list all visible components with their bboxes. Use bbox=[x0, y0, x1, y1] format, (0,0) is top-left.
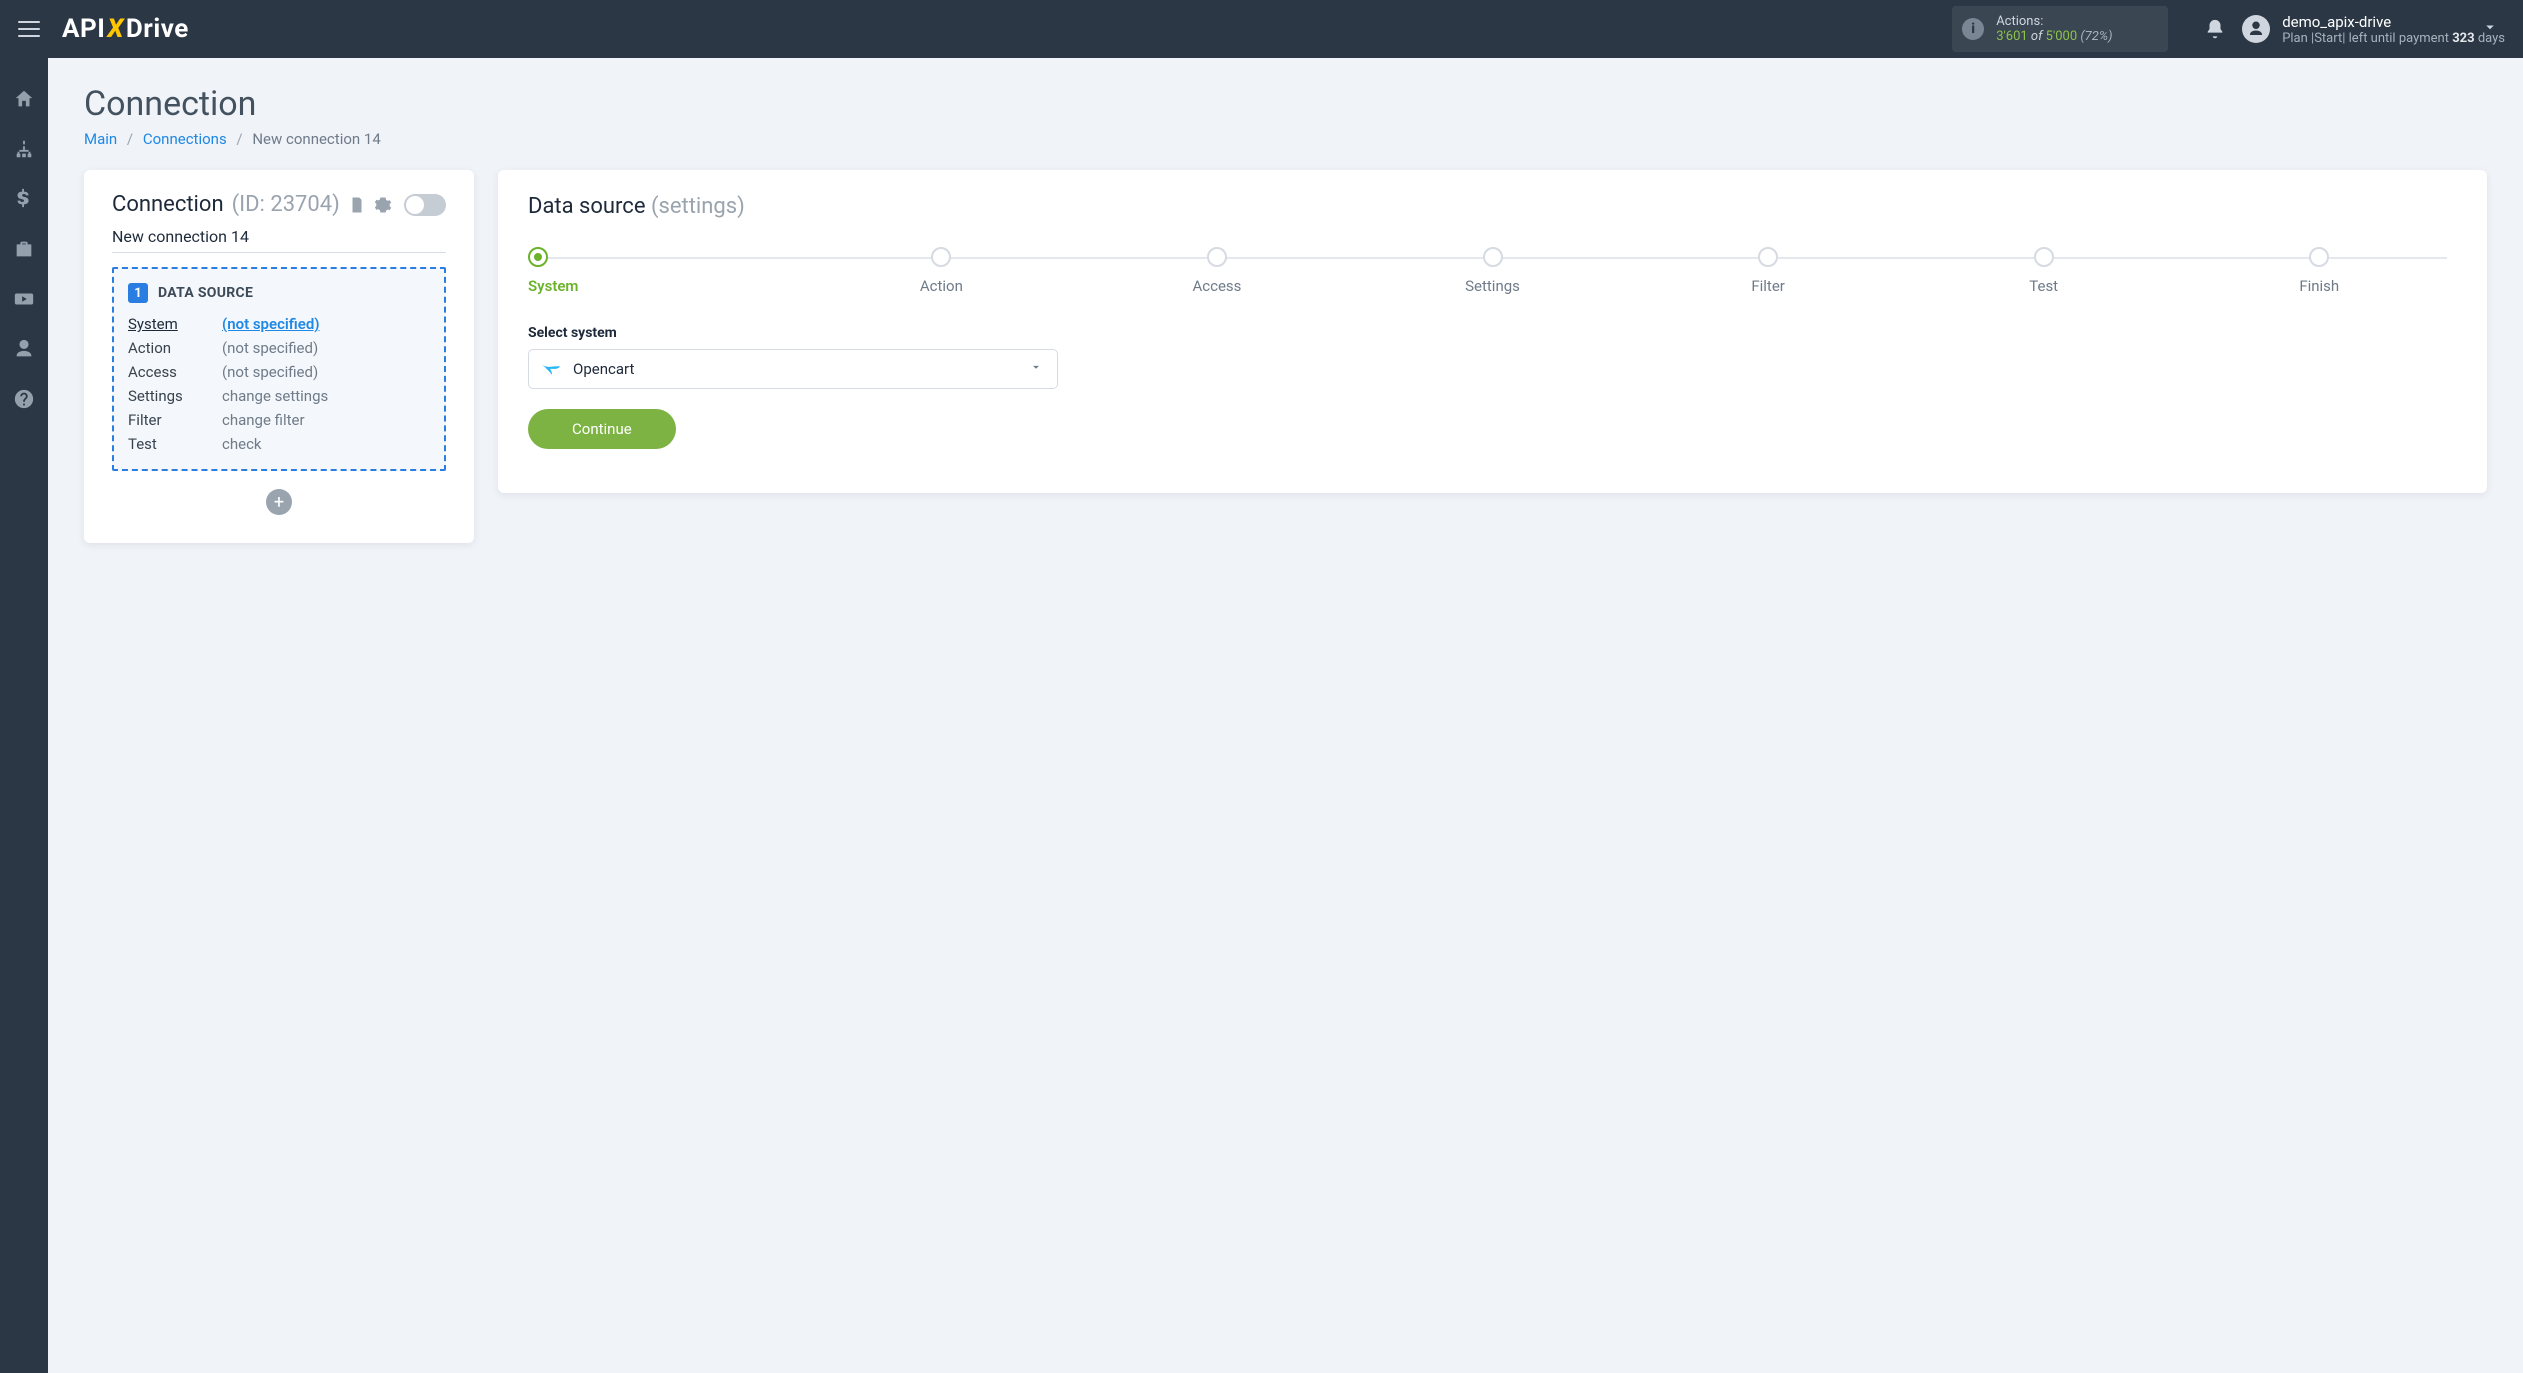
step-label: Test bbox=[2029, 277, 2058, 295]
add-destination-button[interactable]: + bbox=[266, 489, 292, 515]
stepper: System Action Access Settings Filter Test Fini… bbox=[528, 247, 2457, 295]
home-icon[interactable] bbox=[13, 88, 35, 110]
opencart-icon bbox=[541, 362, 561, 376]
chevron-down-icon[interactable] bbox=[2481, 18, 2499, 40]
row-val-system[interactable]: (not specified) bbox=[222, 315, 430, 333]
user-plan: Plan |Start| left until payment 323 days bbox=[2282, 31, 2505, 46]
select-system-label: Select system bbox=[528, 325, 2457, 341]
bell-icon[interactable] bbox=[2204, 18, 2226, 40]
data-source-label: DATA SOURCE bbox=[158, 285, 253, 301]
row-key-system[interactable]: System bbox=[128, 315, 222, 333]
sitemap-icon[interactable] bbox=[13, 138, 35, 160]
user-menu[interactable]: demo_apix-drive Plan |Start| left until … bbox=[2242, 13, 2505, 46]
logo-prefix: API bbox=[62, 14, 105, 44]
document-icon[interactable] bbox=[348, 196, 366, 214]
step-label: Settings bbox=[1465, 277, 1520, 295]
step-label: System bbox=[528, 277, 578, 295]
step-dot bbox=[1207, 247, 1227, 267]
step-dot bbox=[2309, 247, 2329, 267]
topbar: APIXDrive i Actions: 3'601 of 5'000 (72%… bbox=[0, 0, 2523, 58]
step-dot bbox=[931, 247, 951, 267]
logo-x: X bbox=[107, 14, 124, 44]
step-test[interactable]: Test bbox=[1906, 247, 2182, 295]
chevron-down-icon bbox=[1029, 360, 1043, 378]
connection-name[interactable]: New connection 14 bbox=[112, 227, 446, 253]
step-access[interactable]: Access bbox=[1079, 247, 1355, 295]
user-icon[interactable] bbox=[13, 338, 35, 360]
step-dot bbox=[528, 247, 548, 267]
actions-counter[interactable]: i Actions: 3'601 of 5'000 (72%) bbox=[1952, 6, 2168, 52]
step-label: Access bbox=[1192, 277, 1241, 295]
step-label: Action bbox=[920, 277, 963, 295]
continue-button[interactable]: Continue bbox=[528, 409, 676, 449]
crumb-current: New connection 14 bbox=[252, 130, 380, 148]
data-source-box: 1 DATA SOURCE System (not specified) Act… bbox=[112, 267, 446, 471]
step-label: Filter bbox=[1751, 277, 1785, 295]
step-dot bbox=[2034, 247, 2054, 267]
step-dot bbox=[1758, 247, 1778, 267]
briefcase-icon[interactable] bbox=[13, 238, 35, 260]
user-name: demo_apix-drive bbox=[2282, 13, 2505, 31]
row-key-settings[interactable]: Settings bbox=[128, 387, 222, 405]
gear-icon[interactable] bbox=[374, 196, 392, 214]
connection-title: Connection bbox=[112, 192, 224, 217]
row-val-test[interactable]: check bbox=[222, 435, 430, 453]
step-action[interactable]: Action bbox=[804, 247, 1080, 295]
row-val-access: (not specified) bbox=[222, 363, 430, 381]
system-select[interactable]: Opencart bbox=[528, 349, 1058, 389]
step-settings[interactable]: Settings bbox=[1355, 247, 1631, 295]
logo-suffix: Drive bbox=[126, 14, 189, 44]
system-select-value: Opencart bbox=[573, 360, 634, 378]
row-key-access[interactable]: Access bbox=[128, 363, 222, 381]
step-dot bbox=[1483, 247, 1503, 267]
row-key-filter[interactable]: Filter bbox=[128, 411, 222, 429]
row-key-action[interactable]: Action bbox=[128, 339, 222, 357]
menu-toggle[interactable] bbox=[18, 21, 40, 37]
actions-value: 3'601 of 5'000 (72%) bbox=[1996, 29, 2152, 44]
youtube-icon[interactable] bbox=[13, 288, 35, 310]
row-val-filter[interactable]: change filter bbox=[222, 411, 430, 429]
connection-toggle[interactable] bbox=[404, 194, 446, 216]
info-icon: i bbox=[1962, 18, 1984, 40]
row-val-settings[interactable]: change settings bbox=[222, 387, 430, 405]
sidebar bbox=[0, 58, 48, 1373]
data-source-card: Data source (settings) System Action Acces… bbox=[498, 170, 2487, 493]
page-title: Connection bbox=[84, 84, 2487, 124]
crumb-main[interactable]: Main bbox=[84, 130, 117, 148]
crumb-connections[interactable]: Connections bbox=[143, 130, 227, 148]
help-icon[interactable] bbox=[13, 388, 35, 410]
step-system[interactable]: System bbox=[528, 247, 804, 295]
step-finish[interactable]: Finish bbox=[2181, 247, 2457, 295]
row-key-test[interactable]: Test bbox=[128, 435, 222, 453]
connection-card: Connection (ID: 23704) New connection 14… bbox=[84, 170, 474, 543]
data-source-heading: Data source (settings) bbox=[528, 194, 2457, 219]
row-val-action: (not specified) bbox=[222, 339, 430, 357]
logo[interactable]: APIXDrive bbox=[62, 14, 189, 44]
step-label: Finish bbox=[2299, 277, 2339, 295]
avatar-icon bbox=[2242, 15, 2270, 43]
actions-label: Actions: bbox=[1996, 14, 2152, 29]
breadcrumb: Main / Connections / New connection 14 bbox=[84, 130, 2487, 148]
dollar-icon[interactable] bbox=[13, 188, 35, 210]
step-filter[interactable]: Filter bbox=[1630, 247, 1906, 295]
data-source-number: 1 bbox=[128, 283, 148, 303]
main-content: Connection Main / Connections / New conn… bbox=[48, 58, 2523, 1373]
connection-id: (ID: 23704) bbox=[232, 192, 340, 217]
